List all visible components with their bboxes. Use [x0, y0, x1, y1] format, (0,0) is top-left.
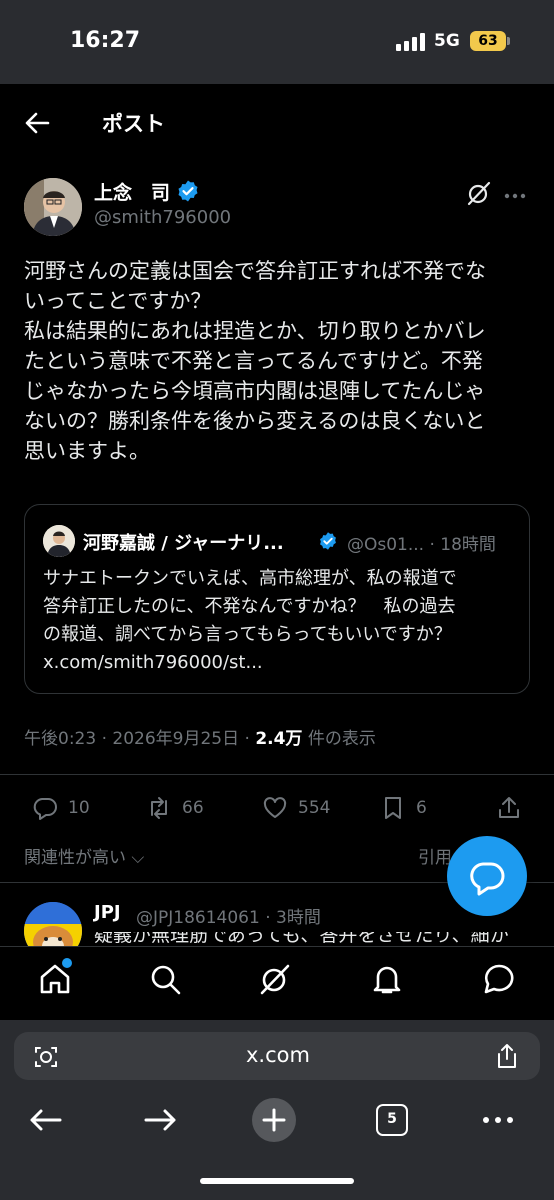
signal-icon	[396, 33, 426, 51]
post-meta: 午後0:23 · 2026年9月25日 · 2.4万 件の表示	[24, 724, 376, 749]
share-icon	[499, 797, 519, 818]
post-body: 河野さんの定義は国会で答弁訂正すれば不発でな いってことですか？ 私は結果的にあ…	[24, 259, 486, 463]
reply-button[interactable]: 10	[32, 794, 90, 822]
sort-dropdown[interactable]: 関連性が高い ⌵	[24, 843, 144, 868]
quote-avatar	[43, 525, 75, 557]
tabs-button[interactable]: 5	[376, 1104, 408, 1136]
page-title: ポスト	[102, 112, 165, 136]
post-timestamp: 午後0:23 · 2026年9月25日 ·	[24, 729, 256, 749]
divider	[0, 774, 554, 775]
heart-icon	[263, 797, 287, 818]
reply-count: 10	[68, 798, 90, 818]
reply-icon	[33, 798, 57, 820]
verified-badge-icon	[176, 179, 200, 203]
grok-icon[interactable]	[466, 180, 492, 206]
status-time: 16:27	[70, 28, 141, 53]
sort-label: 関連性が高い	[24, 848, 126, 868]
quote-handle-time: @Os01... · 18時間	[347, 535, 496, 555]
repost-icon	[151, 797, 167, 819]
share-button[interactable]	[496, 794, 532, 822]
repost-count: 66	[182, 798, 204, 818]
reply-author-name[interactable]: JPJ	[94, 902, 121, 923]
network-label: 5G	[434, 31, 460, 51]
quote-author-name: 河野嘉誠 / ジャーナリ...	[83, 533, 284, 554]
view-count[interactable]: 2.4万	[255, 729, 302, 749]
bookmark-button[interactable]: 6	[380, 794, 427, 822]
messages-icon[interactable]	[482, 962, 516, 996]
browser-forward-icon[interactable]	[140, 1100, 180, 1140]
repost-button[interactable]: 66	[146, 794, 204, 822]
compose-reply-button[interactable]	[447, 836, 527, 916]
home-indicator	[200, 1178, 354, 1184]
view-label: 件の表示	[302, 729, 376, 749]
grok-nav-icon[interactable]	[258, 962, 292, 996]
search-icon[interactable]	[148, 962, 182, 996]
avatar[interactable]	[24, 178, 82, 236]
quote-body: サナエトークンでいえば、高市総理が、私の報道で 答弁訂正したのに、不発なんですか…	[43, 568, 457, 673]
share-page-icon[interactable]	[494, 1042, 520, 1070]
reply-handle-time[interactable]: @JPJ18614061 · 3時間	[136, 903, 321, 928]
more-options-icon[interactable]	[504, 186, 526, 199]
author-handle[interactable]: @smith796000	[94, 207, 231, 228]
chevron-down-icon: ⌵	[126, 848, 145, 868]
page-settings-icon[interactable]	[32, 1043, 60, 1071]
back-arrow-icon[interactable]	[22, 108, 52, 138]
bookmark-count: 6	[416, 798, 427, 818]
url-text[interactable]: x.com	[246, 1043, 310, 1067]
browser-more-icon[interactable]	[478, 1100, 518, 1140]
plus-icon	[262, 1108, 286, 1132]
quote-verified-badge-icon	[318, 531, 338, 551]
author-name[interactable]: 上念 司	[94, 178, 170, 205]
bookmark-icon	[385, 797, 401, 819]
battery-tip	[507, 37, 510, 45]
bell-icon[interactable]	[370, 962, 404, 996]
new-tab-button[interactable]	[252, 1098, 296, 1142]
chat-bubble-icon	[470, 862, 505, 896]
browser-back-icon[interactable]	[26, 1100, 66, 1140]
notification-dot	[62, 958, 72, 968]
quoted-post[interactable]: 河野嘉誠 / ジャーナリ... @Os01... · 18時間 サナエトークンで…	[24, 504, 530, 694]
like-count: 554	[298, 798, 331, 818]
like-button[interactable]: 554	[262, 794, 330, 822]
battery-icon: 63	[470, 31, 506, 51]
